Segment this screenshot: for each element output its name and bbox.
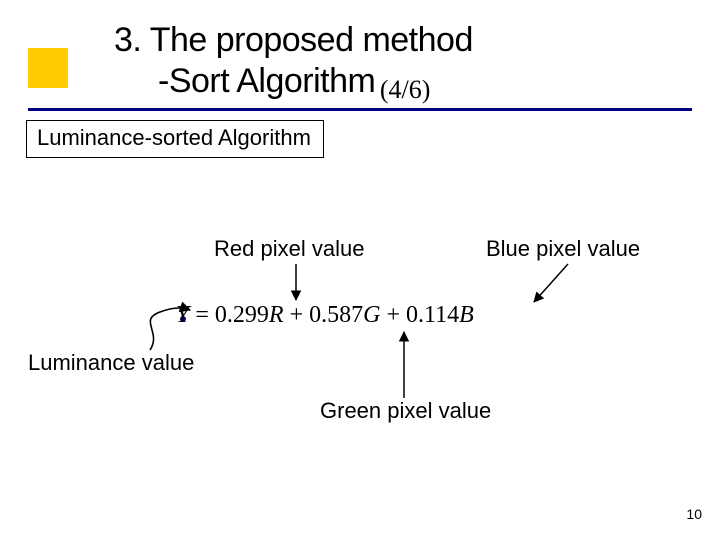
subtitle-box: Luminance-sorted Algorithm xyxy=(26,120,324,158)
formula-p1: + xyxy=(284,302,310,328)
title-page-fraction: (4/6) xyxy=(380,75,431,104)
title-line-1: 3. The proposed method xyxy=(114,20,674,61)
arrow-blue-icon xyxy=(534,264,568,302)
formula-B: B xyxy=(459,302,474,328)
formula-p2: + xyxy=(380,302,406,328)
slide-title: 3. The proposed method -Sort Algorithm (… xyxy=(114,20,674,105)
page-number: 10 xyxy=(686,506,702,522)
formula-R: R xyxy=(269,302,284,328)
formula-c3: 0.114 xyxy=(406,302,459,328)
formula-eq: = xyxy=(189,302,215,328)
formula-c1: 0.299 xyxy=(215,302,269,328)
slide: 3. The proposed method -Sort Algorithm (… xyxy=(0,0,720,540)
formula-c2: 0.587 xyxy=(309,302,363,328)
subtitle-text: Luminance-sorted Algorithm xyxy=(37,125,311,150)
accent-square xyxy=(28,48,68,88)
label-red-pixel: Red pixel value xyxy=(214,236,364,262)
title-underline xyxy=(28,108,692,111)
title-line-2: -Sort Algorithm xyxy=(158,61,375,102)
formula-G: G xyxy=(363,302,380,328)
label-blue-pixel: Blue pixel value xyxy=(486,236,640,262)
label-green-pixel: Green pixel value xyxy=(320,398,491,424)
label-luminance: Luminance value xyxy=(28,350,194,376)
luminance-formula: Y = 0.299R + 0.587G + 0.114B xyxy=(176,302,474,329)
formula-Y: Y xyxy=(176,302,189,328)
